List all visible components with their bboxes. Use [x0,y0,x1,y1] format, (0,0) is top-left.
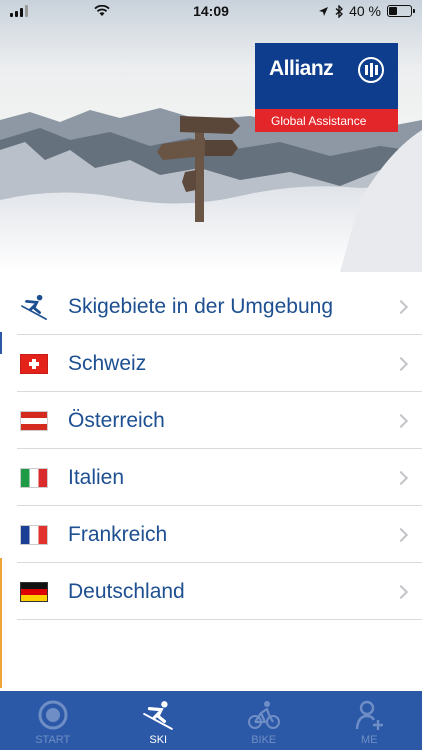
skier-icon [20,294,48,320]
signal-icon [10,5,28,17]
battery-fill [389,7,398,15]
italian-flag-icon [20,467,48,488]
target-icon [36,698,70,732]
chevron-right-icon [393,356,409,371]
list-item-label: Italien [68,465,125,489]
skier-icon [141,698,175,732]
bike-icon [247,698,281,732]
status-bar: 14:09 40 % [0,0,422,22]
list-item-schweiz[interactable]: Schweiz [0,335,422,392]
tab-bike[interactable]: BIKE [211,691,317,750]
chevron-right-icon [393,413,409,428]
add-person-icon [352,698,386,732]
swiss-flag-icon [20,353,48,374]
tab-label: SKI [149,734,168,746]
german-flag-icon [20,581,48,602]
list-item-deutschland[interactable]: Deutschland [0,563,422,620]
allianz-emblem-icon [358,57,384,83]
tab-label: ME [361,734,378,746]
chevron-right-icon [393,299,409,314]
tab-me[interactable]: ME [317,691,422,750]
location-icon [319,6,329,16]
list-item-label: Schweiz [68,351,147,375]
list-item-label: Skigebiete in der Umgebung [68,294,334,318]
tab-label: BIKE [251,734,277,746]
wifi-icon [94,5,110,16]
mountain-scene [0,0,422,272]
list-item-frankreich[interactable]: Frankreich [0,506,422,563]
tab-start[interactable]: START [0,691,106,750]
austrian-flag-icon [20,410,48,431]
french-flag-icon [20,524,48,545]
allianz-logo: Allianz Global Assistance [255,43,398,132]
status-right: 40 % [318,3,415,19]
list-item-label: Deutschland [68,579,185,603]
region-list: Skigebiete in der Umgebung Schweiz Öster… [0,278,422,620]
bluetooth-icon [335,4,344,18]
chevron-right-icon [393,584,409,599]
brand-subtitle: Global Assistance [255,109,398,132]
status-left [10,5,110,17]
tab-ski[interactable]: SKI [106,691,212,750]
chevron-right-icon [393,470,409,485]
battery-icon [387,5,415,17]
list-item-italien[interactable]: Italien [0,449,422,506]
status-time: 14:09 [193,3,229,19]
list-item-label: Österreich [68,408,165,432]
hero-image: Allianz Global Assistance [0,0,422,272]
list-item-label: Frankreich [68,522,168,546]
tab-label: START [35,734,71,746]
list-item-nearby[interactable]: Skigebiete in der Umgebung [0,278,422,335]
battery-percent: 40 % [349,3,381,19]
list-item-oesterreich[interactable]: Österreich [0,392,422,449]
brand-name: Allianz [269,57,334,80]
chevron-right-icon [393,527,409,542]
tab-bar: START SKI BIKE ME [0,691,422,750]
